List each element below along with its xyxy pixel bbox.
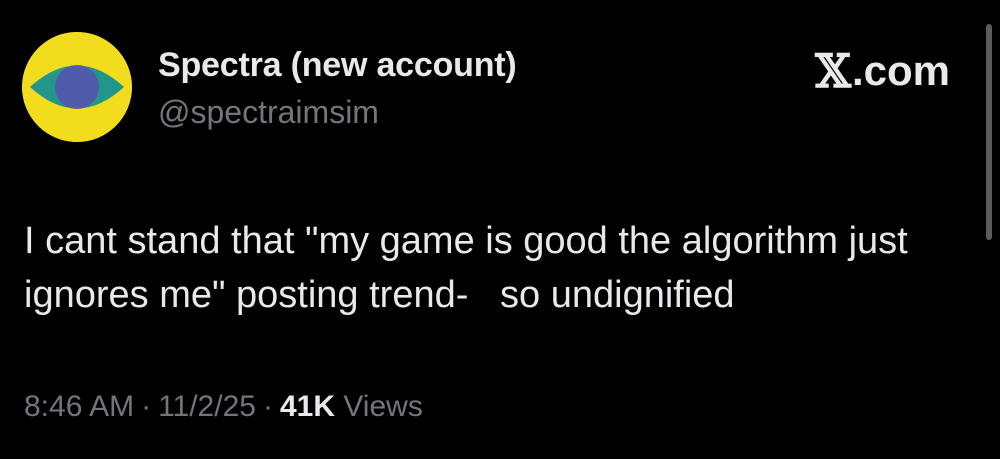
eye-icon [22,32,132,142]
x-logo-icon: 𝕏 [815,44,851,98]
tweet-time[interactable]: 8:46 AM [24,390,134,423]
brand-watermark: 𝕏 .com [815,44,950,98]
tweet-date[interactable]: 11/2/25 [158,390,256,423]
views-count[interactable]: 41K [280,390,335,423]
meta-separator: · [141,390,152,423]
views-label: Views [343,390,423,423]
scrollbar[interactable] [986,24,992,240]
tweet-meta: 8:46 AM · 11/2/25 · 41K Views [24,390,423,424]
author-display-name[interactable]: Spectra (new account) [158,46,517,85]
avatar[interactable] [22,32,132,142]
tweet-text: I cant stand that "my game is good the a… [24,220,919,316]
brand-domain: .com [851,47,950,94]
author-handle[interactable]: @spectraimsim [158,94,379,131]
tweet-card: Spectra (new account) @spectraimsim 𝕏 .co… [0,0,1000,459]
meta-separator: · [262,390,273,423]
